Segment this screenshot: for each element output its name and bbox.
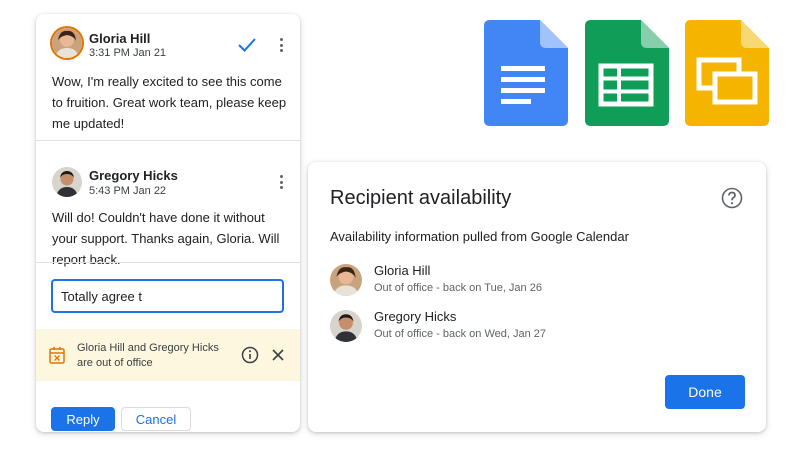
reply-area: Gloria Hill and Gregory Hicks are out of… — [36, 262, 300, 432]
dialog-title: Recipient availability — [330, 187, 512, 209]
comment: Gloria Hill 3:31 PM Jan 21 Wow, I'm real… — [36, 14, 300, 140]
dialog-subtitle: Availability information pulled from Goo… — [330, 229, 629, 244]
cancel-button[interactable]: Cancel — [121, 407, 191, 431]
avatar-gregory-hicks — [330, 310, 362, 342]
reply-input[interactable] — [51, 279, 284, 313]
comment-timestamp: 3:31 PM Jan 21 — [89, 47, 167, 59]
slides-icon — [685, 20, 769, 126]
recipient-status: Out of office - back on Tue, Jan 26 — [374, 282, 542, 294]
info-icon[interactable] — [241, 346, 259, 364]
more-options-icon[interactable] — [274, 172, 288, 192]
avatar-gregory-hicks — [52, 167, 82, 197]
more-options-icon[interactable] — [274, 35, 288, 55]
out-of-office-message: Gloria Hill and Gregory Hicks are out of… — [77, 342, 219, 369]
comment-author: Gregory Hicks — [89, 168, 178, 183]
out-of-office-banner: Gloria Hill and Gregory Hicks are out of… — [36, 329, 300, 381]
done-button[interactable]: Done — [665, 375, 745, 409]
recipient-row: Gloria Hill Out of office - back on Tue,… — [330, 262, 730, 298]
comment-thread-card: Gloria Hill 3:31 PM Jan 21 Wow, I'm real… — [36, 14, 300, 432]
help-icon[interactable] — [721, 187, 743, 209]
sheets-icon — [585, 20, 669, 126]
close-icon[interactable] — [270, 347, 286, 363]
reply-button[interactable]: Reply — [51, 407, 115, 431]
comment-body: Wow, I'm really excited to see this come… — [52, 74, 287, 131]
avatar-gloria-hill — [330, 264, 362, 296]
comment-timestamp: 5:43 PM Jan 22 — [89, 185, 167, 197]
recipient-status: Out of office - back on Wed, Jan 27 — [374, 328, 547, 340]
recipient-availability-dialog: Recipient availability Availability info… — [308, 162, 766, 432]
checkmark-icon[interactable] — [237, 36, 257, 54]
comment-body: Will do! Couldn't have done it without y… — [52, 210, 280, 267]
docs-icon — [484, 20, 568, 126]
recipient-row: Gregory Hicks Out of office - back on We… — [330, 308, 730, 344]
recipient-name: Gregory Hicks — [374, 309, 457, 324]
calendar-icon — [49, 347, 65, 364]
comment-author: Gloria Hill — [89, 31, 151, 46]
recipient-name: Gloria Hill — [374, 263, 431, 278]
avatar-gloria-hill — [52, 28, 82, 58]
comment: Gregory Hicks 5:43 PM Jan 22 Will do! Co… — [36, 140, 300, 267]
